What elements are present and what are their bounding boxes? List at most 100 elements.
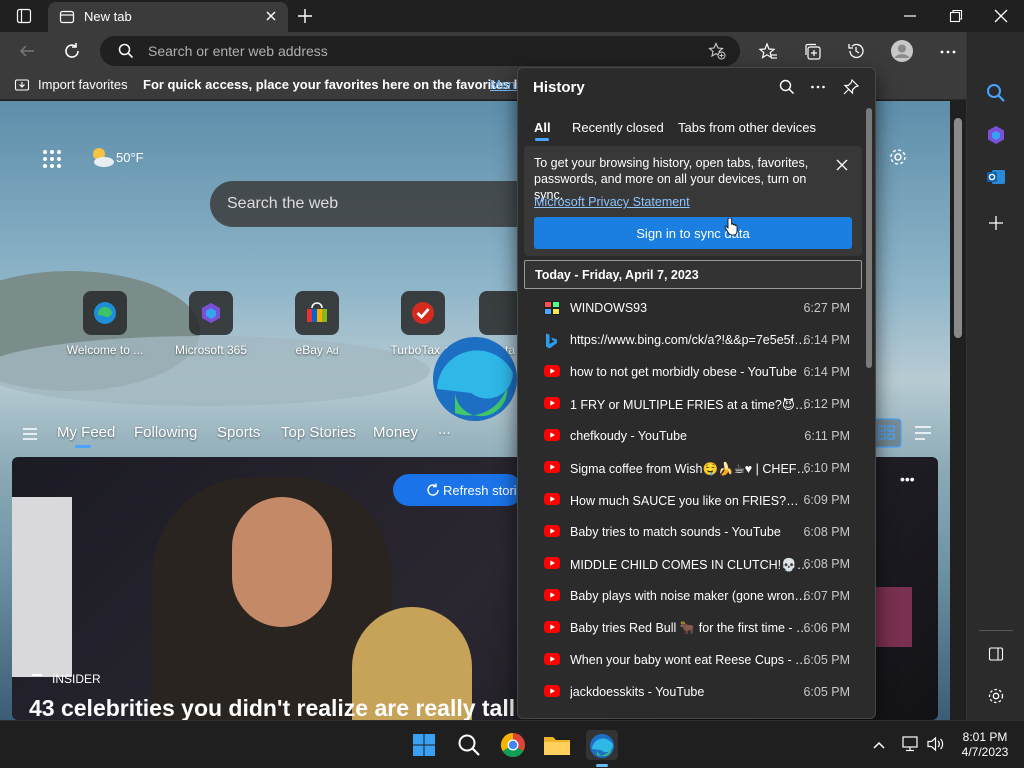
quick-link-tile[interactable]: Microsoft 365 <box>161 291 261 357</box>
history-item[interactable]: Sigma coffee from Wish🤤🍌☕♥ | CHEFK... 6:1… <box>524 452 862 484</box>
address-input[interactable] <box>148 41 668 61</box>
history-item-title: https://www.bing.com/ck/a?!&&p=7e5e5f9..… <box>570 333 810 347</box>
history-item[interactable]: When your baby wont eat Reese Cups - Yo.… <box>524 644 862 676</box>
weather-temperature[interactable]: 50°F <box>116 150 144 165</box>
history-item[interactable]: 1 FRY or MULTIPLE FRIES at a time?😈🔥... 6… <box>524 388 862 420</box>
history-item[interactable]: How much SAUCE you like on FRIES?😋🍌... 6:… <box>524 484 862 516</box>
web-search-box[interactable]: Search the web <box>210 181 540 227</box>
taskbar-search-icon[interactable] <box>457 733 481 757</box>
close-tab-icon[interactable] <box>264 9 278 23</box>
feed-menu-icon[interactable] <box>22 426 38 442</box>
privacy-statement-link[interactable]: Microsoft Privacy Statement <box>534 195 690 209</box>
more-options-icon[interactable] <box>938 42 958 62</box>
history-item[interactable]: https://www.bing.com/ck/a?!&&p=7e5e5f9..… <box>524 324 862 356</box>
refresh-stories-button[interactable]: Refresh stories <box>393 474 530 506</box>
quick-link-tile[interactable]: eBay Ad <box>267 291 367 357</box>
history-more-icon[interactable] <box>810 79 826 95</box>
history-item-time: 6:05 PM <box>803 653 850 667</box>
youtube-icon <box>544 365 560 379</box>
m365-icon <box>189 291 233 335</box>
quick-link-tile[interactable]: Welcome to ... <box>55 291 155 357</box>
new-tab-icon[interactable] <box>296 7 314 25</box>
news-more-icon[interactable]: ••• <box>900 471 915 487</box>
page-scrollbar-thumb[interactable] <box>954 118 962 338</box>
import-favorites-button[interactable]: Import favorites <box>38 77 128 92</box>
edge-taskbar-icon[interactable] <box>589 733 615 759</box>
windows93-icon <box>544 301 560 315</box>
history-item[interactable]: jackdoesskits - YouTube 6:05 PM <box>524 676 862 708</box>
grid-layout-icon[interactable] <box>872 418 902 448</box>
sidebar-search-icon[interactable] <box>986 83 1006 103</box>
sign-in-sync-button[interactable]: Sign in to sync data <box>534 217 852 249</box>
search-icon <box>118 43 134 59</box>
source-divider <box>32 674 42 676</box>
history-item[interactable]: MIDDLE CHILD COMES IN CLUTCH!💀😂 ... 6:08 … <box>524 548 862 580</box>
feed-more-button[interactable]: ... <box>438 421 451 438</box>
favorites-icon[interactable] <box>758 42 778 62</box>
network-icon[interactable] <box>902 736 920 752</box>
close-window-icon[interactable] <box>993 8 1009 24</box>
history-item-title: MIDDLE CHILD COMES IN CLUTCH!💀😂 ... <box>570 558 810 572</box>
tab-new-tab[interactable]: New tab <box>48 2 288 32</box>
favorites-bar-message: For quick access, place your favorites h… <box>143 77 537 92</box>
address-bar[interactable] <box>100 36 740 66</box>
sidebar-outlook-icon[interactable] <box>986 167 1006 187</box>
history-tab-all[interactable]: All <box>534 120 551 135</box>
tile-label: Microsoft 365 <box>174 343 248 357</box>
show-hidden-icons-icon[interactable] <box>872 738 886 752</box>
mouse-cursor-icon <box>724 218 738 236</box>
dismiss-sync-icon[interactable] <box>835 158 849 172</box>
history-tab-recently-closed[interactable]: Recently closed <box>572 120 664 135</box>
news-headline[interactable]: 43 celebrities you didn't realize are re… <box>29 695 515 720</box>
youtube-icon <box>544 493 560 507</box>
list-layout-icon[interactable] <box>914 425 932 441</box>
search-history-icon[interactable] <box>779 79 795 95</box>
feed-tab-my-feed[interactable]: My Feed <box>57 424 115 441</box>
feed-tab-sports[interactable]: Sports <box>217 424 260 441</box>
minimize-icon[interactable] <box>902 8 918 24</box>
sidebar-m365-icon[interactable] <box>986 125 1006 145</box>
add-favorite-icon[interactable] <box>708 42 726 60</box>
history-item[interactable]: Baby tries Red Bull 🐂 for the first time… <box>524 612 862 644</box>
history-icon[interactable] <box>846 41 866 61</box>
collections-icon[interactable] <box>803 42 823 62</box>
history-item-time: 6:06 PM <box>803 621 850 635</box>
taskbar-clock[interactable]: 8:01 PM 4/7/2023 <box>950 730 1020 760</box>
history-tab-other-devices[interactable]: Tabs from other devices <box>678 120 816 135</box>
profile-avatar-icon[interactable] <box>890 39 914 63</box>
history-item[interactable]: WINDOWS93 6:27 PM <box>524 292 862 324</box>
youtube-icon <box>544 685 560 699</box>
history-item-title: Baby tries Red Bull 🐂 for the first time… <box>570 621 810 635</box>
back-icon[interactable] <box>18 42 36 60</box>
history-item-time: 6:09 PM <box>803 493 850 507</box>
hide-sidebar-icon[interactable] <box>988 646 1004 662</box>
apps-launcher-icon[interactable] <box>42 149 62 169</box>
history-scrollbar[interactable] <box>866 108 872 368</box>
sidebar-add-icon[interactable] <box>988 215 1004 231</box>
file-explorer-icon[interactable] <box>543 733 571 757</box>
history-item-time: 6:14 PM <box>803 333 850 347</box>
sidebar-settings-icon[interactable] <box>987 687 1005 705</box>
volume-icon[interactable] <box>927 736 945 752</box>
feed-tab-top-stories[interactable]: Top Stories <box>281 424 356 441</box>
feed-tab-following[interactable]: Following <box>134 424 197 441</box>
pin-history-icon[interactable] <box>842 78 860 96</box>
history-date-header[interactable]: Today - Friday, April 7, 2023 <box>524 260 862 289</box>
youtube-icon <box>544 653 560 667</box>
tab-actions-icon[interactable] <box>16 8 32 24</box>
start-icon[interactable] <box>412 733 436 757</box>
weather-icon[interactable] <box>88 145 116 169</box>
page-settings-icon[interactable] <box>888 147 908 167</box>
active-history-tab-indicator <box>535 138 549 141</box>
history-item[interactable]: Baby plays with noise maker (gone wrong)… <box>524 580 862 612</box>
refresh-icon[interactable] <box>62 41 82 61</box>
history-item[interactable]: chefkoudy - YouTube 6:11 PM <box>524 420 862 452</box>
feed-tab-money[interactable]: Money <box>373 424 418 441</box>
history-title: History <box>533 79 585 96</box>
chrome-icon[interactable] <box>500 732 526 758</box>
history-item[interactable]: how to not get morbidly obese - YouTube 6… <box>524 356 862 388</box>
history-item-time: 6:05 PM <box>803 685 850 699</box>
restore-icon[interactable] <box>948 8 964 24</box>
ebay-icon <box>295 291 339 335</box>
history-item[interactable]: Baby tries to match sounds - YouTube 6:08… <box>524 516 862 548</box>
